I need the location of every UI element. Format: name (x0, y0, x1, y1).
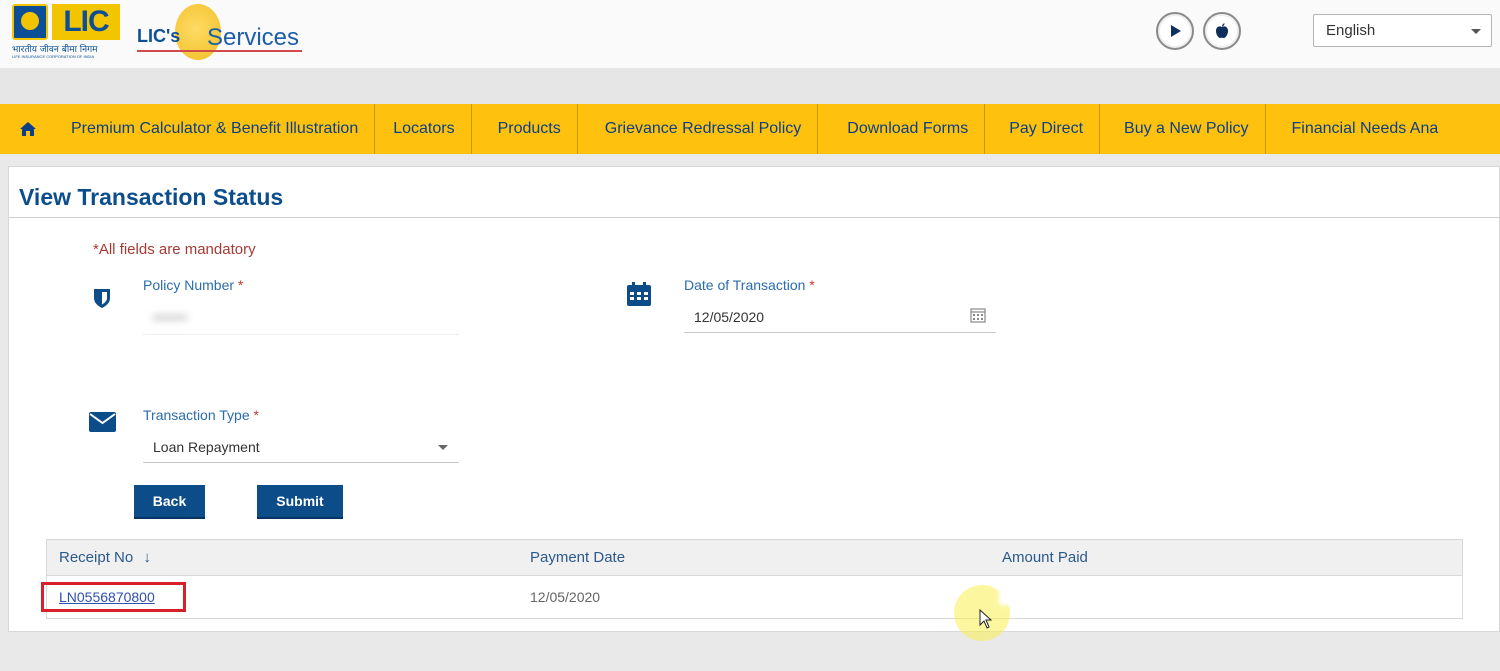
date-of-transaction-value: 12/05/2020 (694, 309, 765, 325)
shield-icon (94, 289, 110, 308)
date-picker-icon[interactable] (970, 307, 986, 323)
nav-grievance[interactable]: Grievance Redressal Policy (578, 104, 819, 154)
page-title: View Transaction Status (19, 184, 284, 210)
header-band (0, 68, 1500, 104)
required-marker: * (237, 277, 244, 293)
nav-download-forms[interactable]: Download Forms (818, 104, 986, 154)
eservices-prefix: LIC's (137, 26, 181, 46)
policy-number-label: Policy Number * (143, 277, 243, 293)
nav-locators[interactable]: Locators (375, 104, 472, 154)
submit-button[interactable]: Submit (257, 485, 343, 519)
back-button[interactable]: Back (134, 485, 205, 519)
nav-financial-needs[interactable]: Financial Needs Ana (1266, 104, 1439, 154)
table-header: Receipt No ↓ Payment Date Amount Paid (47, 540, 1462, 576)
lic-emblem-icon (12, 4, 48, 40)
policy-number-label-text: Policy Number (143, 277, 235, 293)
nav-pay-direct[interactable]: Pay Direct (985, 104, 1101, 154)
language-select[interactable]: English (1313, 14, 1492, 47)
transaction-type-label: Transaction Type * (143, 407, 259, 423)
title-divider (9, 217, 1500, 218)
column-header-receipt-no[interactable]: Receipt No ↓ (59, 540, 151, 576)
transaction-type-label-text: Transaction Type (143, 407, 250, 423)
sort-down-icon: ↓ (143, 549, 151, 566)
policy-number-value: ••••••• (153, 309, 188, 325)
payment-date-cell: 12/05/2020 (530, 589, 601, 605)
receipt-highlight-box (41, 582, 186, 612)
transaction-type-select[interactable]: Loan Repayment (143, 433, 459, 463)
eservices-underline (137, 50, 302, 52)
play-icon (1171, 25, 1181, 37)
apple-icon (1216, 23, 1228, 39)
required-marker: * (253, 407, 259, 423)
receipts-table: Receipt No ↓ Payment Date Amount Paid LN… (46, 539, 1463, 619)
nav-buy-policy[interactable]: Buy a New Policy (1100, 104, 1266, 154)
date-of-transaction-label: Date of Transaction * (684, 277, 815, 293)
transaction-type-value: Loan Repayment (153, 439, 260, 455)
column-header-receipt-no-label: Receipt No (59, 549, 134, 566)
main-nav: Premium Calculator & Benefit Illustratio… (0, 104, 1500, 154)
nav-premium-calculator[interactable]: Premium Calculator & Benefit Illustratio… (56, 104, 376, 154)
column-header-payment-date: Payment Date (530, 549, 626, 566)
chevron-down-icon (438, 445, 448, 450)
policy-number-input[interactable]: ••••••• (143, 305, 459, 335)
date-of-transaction-input[interactable]: 12/05/2020 (684, 303, 996, 333)
date-of-transaction-label-text: Date of Transaction (684, 277, 806, 293)
envelope-icon (89, 412, 116, 432)
mouse-cursor-icon (979, 609, 993, 629)
column-header-amount-paid: Amount Paid (1002, 549, 1088, 566)
required-marker: * (809, 277, 815, 293)
lic-logo[interactable]: LIC भारतीय जीवन बीमा निगम LIFE INSURANCE… (12, 4, 120, 59)
masked-amount (999, 585, 1089, 605)
play-store-button[interactable] (1156, 12, 1194, 50)
lic-logo-english: LIFE INSURANCE CORPORATION OF INDIA (12, 54, 95, 59)
home-icon (20, 122, 36, 136)
nav-home[interactable] (0, 104, 56, 154)
transaction-status-panel: View Transaction Status *All fields are … (8, 166, 1500, 641)
language-selected: English (1326, 22, 1376, 39)
app-header: LIC भारतीय जीवन बीमा निगम LIFE INSURANCE… (0, 0, 1500, 68)
app-store-button[interactable] (1203, 12, 1241, 50)
lic-logo-text: LIC (52, 4, 120, 40)
calendar-icon (627, 282, 651, 306)
mandatory-note: *All fields are mandatory (93, 241, 256, 258)
eservices-label: Services (207, 24, 300, 51)
eservices-logo[interactable]: LIC's Services (137, 4, 307, 62)
chevron-down-icon (1471, 29, 1481, 34)
nav-products[interactable]: Products (472, 104, 578, 154)
